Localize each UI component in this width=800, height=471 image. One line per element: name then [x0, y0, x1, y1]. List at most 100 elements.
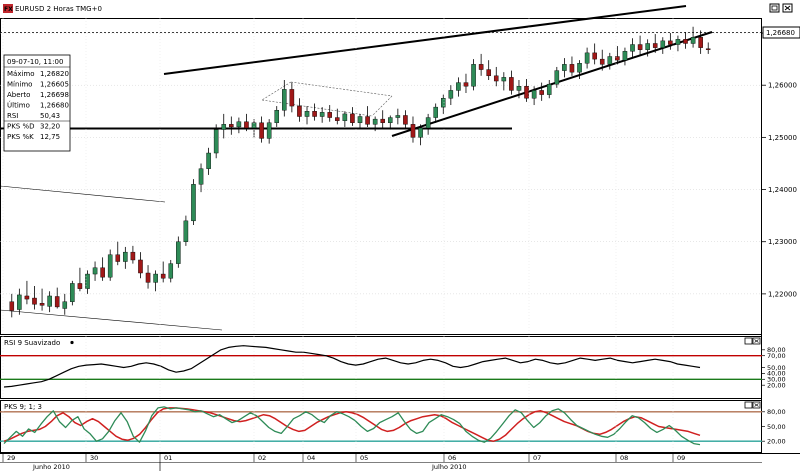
candle — [221, 113, 227, 139]
candle-body — [221, 124, 227, 130]
candle — [592, 43, 597, 65]
candle — [77, 267, 83, 292]
candle — [115, 241, 121, 266]
candle-body — [62, 301, 68, 309]
candle-body — [54, 296, 60, 308]
candle — [312, 103, 317, 121]
candle — [229, 116, 234, 135]
candle-body — [372, 118, 378, 125]
candle — [501, 72, 507, 91]
candle — [546, 79, 552, 99]
candle-body — [486, 69, 491, 77]
pks-maximize-icon[interactable] — [744, 401, 753, 409]
candle-body — [569, 64, 575, 73]
candle — [138, 252, 143, 279]
rsi-maximize-icon[interactable] — [744, 337, 753, 345]
candle — [39, 288, 45, 311]
candle — [637, 35, 643, 55]
candle-body — [675, 39, 681, 45]
rsi-settings-dot-icon[interactable] — [70, 340, 74, 345]
candle-body — [229, 124, 234, 128]
candle-body — [236, 121, 242, 128]
rsi-close-icon[interactable] — [752, 337, 761, 345]
candle — [153, 270, 158, 292]
x-day-label: 07 — [533, 454, 541, 462]
candle-body — [403, 115, 408, 125]
candle-body — [92, 267, 98, 275]
candle-body — [17, 294, 22, 310]
candle-body — [145, 272, 151, 283]
restore-window-icon[interactable] — [769, 3, 780, 13]
candle — [176, 236, 181, 268]
chart-window: FX EURUSD 2 Horas TMG+0 1,270001,260001,… — [0, 0, 800, 471]
candle-body — [622, 51, 628, 61]
rsi-panel-title: RSI 9 Suavizado — [4, 339, 60, 347]
info-row-label: Último — [7, 101, 30, 110]
candle-body — [425, 117, 431, 129]
candle-body — [297, 105, 302, 117]
channel-upper-thin-line[interactable] — [0, 185, 166, 203]
candle — [297, 98, 302, 122]
fx-logo-text: FX — [4, 6, 13, 13]
candle — [395, 108, 401, 125]
osc-series-line — [3, 407, 701, 442]
candle-body — [493, 75, 499, 82]
candle-body — [198, 168, 204, 185]
rsi-panel-frame — [0, 336, 762, 399]
candle-body — [554, 70, 560, 85]
candle — [160, 261, 166, 283]
candle-body — [380, 118, 385, 123]
price-tick-label: 1,22000 — [768, 290, 797, 298]
candle-body — [130, 251, 136, 261]
candle-body — [509, 77, 514, 91]
info-row-label: PKS %D — [7, 123, 35, 131]
candle-body — [440, 98, 446, 108]
candle-body — [705, 48, 711, 50]
candle — [365, 106, 370, 127]
candle — [524, 78, 529, 102]
price-tick-label: 1,26000 — [768, 82, 797, 90]
osc-tick-label: 80,00 — [767, 408, 786, 416]
candle-body — [683, 39, 688, 44]
info-timestamp: 09-07-10, 11:00 — [7, 58, 63, 66]
flag-channel[interactable] — [261, 81, 393, 117]
candle-body — [312, 111, 317, 117]
candle-body — [698, 37, 703, 48]
candle — [24, 280, 30, 305]
candle-body — [206, 152, 211, 169]
candle — [47, 291, 52, 313]
candle-body — [524, 86, 529, 99]
candle — [9, 293, 15, 318]
candle-body — [516, 86, 522, 91]
candle-body — [107, 254, 113, 278]
channel-lower-thin-line[interactable] — [0, 309, 223, 331]
candle-body — [637, 44, 643, 50]
info-row-value: 32,20 — [40, 123, 60, 131]
close-window-icon[interactable] — [782, 3, 793, 13]
candle — [478, 53, 484, 76]
candle-body — [584, 52, 590, 64]
osc-series-line — [3, 345, 701, 388]
candle — [380, 110, 385, 128]
pks-close-icon[interactable] — [752, 401, 761, 409]
candle-body — [463, 82, 469, 87]
current-price-label: 1,26680 — [766, 29, 795, 37]
candle-body — [32, 297, 37, 305]
x-day-label: 29 — [7, 454, 15, 462]
candle — [145, 265, 151, 289]
candle-body — [531, 90, 537, 99]
info-row-value: 1,26698 — [40, 91, 69, 99]
candle-body — [471, 64, 476, 87]
candle-body — [410, 124, 416, 138]
info-row-label: RSI — [7, 112, 18, 120]
info-row-value: 1,26605 — [40, 81, 69, 89]
candle — [705, 42, 711, 54]
candle — [327, 105, 333, 122]
price-y-axis: 1,270001,260001,250001,240001,230001,220… — [762, 30, 797, 298]
pks-panel-frame — [0, 400, 762, 453]
candle-body — [456, 82, 461, 91]
x-day-label: 01 — [164, 454, 172, 462]
x-day-label: 30 — [90, 454, 98, 462]
candle-body — [47, 295, 52, 307]
candle — [463, 73, 469, 94]
